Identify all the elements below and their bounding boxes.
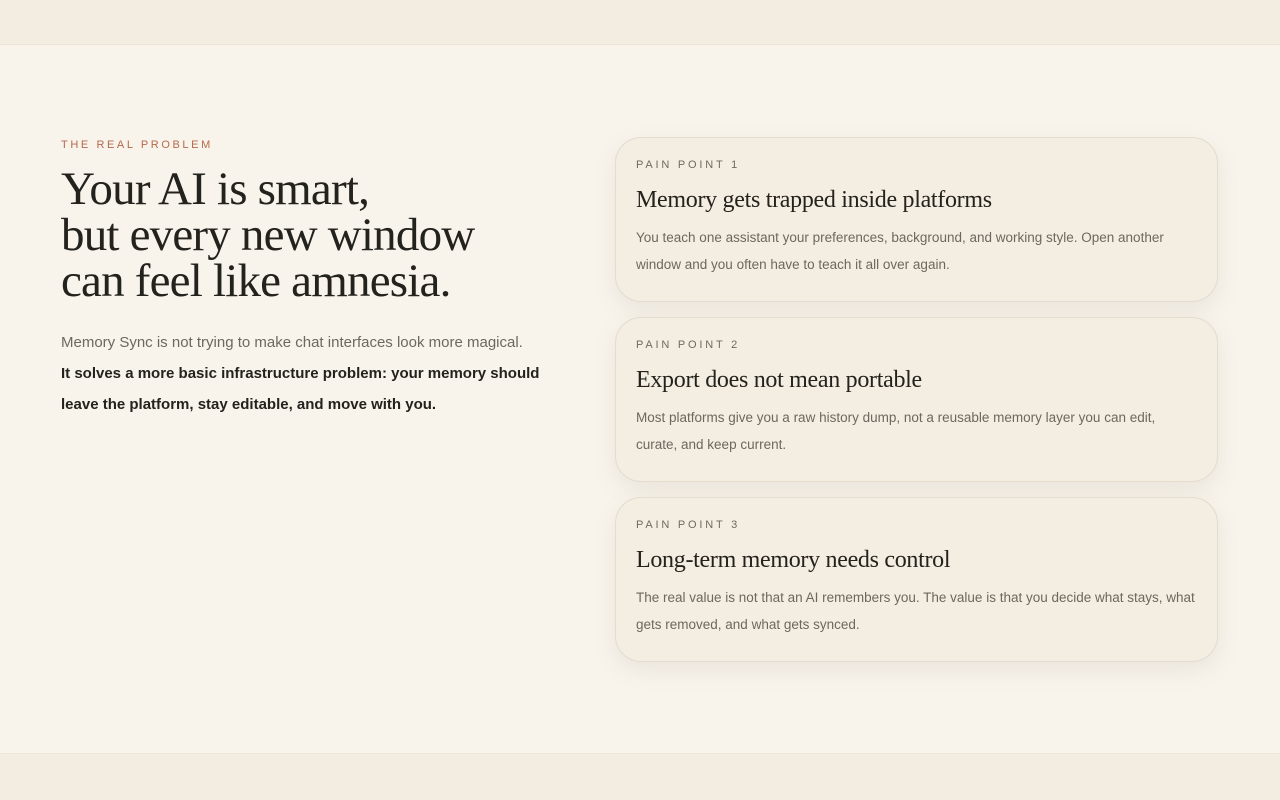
pain-point-title: Memory gets trapped inside platforms [636,187,992,213]
pain-point-card: PAIN POINT 3 Long-term memory needs cont… [615,497,1218,662]
bottom-band [0,753,1280,800]
section-headline: Your AI is smart, but every new window c… [61,163,561,307]
pain-point-label: PAIN POINT 3 [636,519,741,531]
headline-line: Your AI is smart, [61,163,370,215]
pain-point-body: You teach one assistant your preferences… [636,230,1164,272]
pain-point-label: PAIN POINT 1 [636,159,741,171]
pain-point-body: The real value is not that an AI remembe… [636,590,1195,632]
headline-line: can feel like amnesia. [61,255,451,307]
pain-point-body: Most platforms give you a raw history du… [636,410,1156,452]
pain-point-title: Export does not mean portable [636,367,922,393]
pain-point-label: PAIN POINT 2 [636,339,741,351]
section-lede: Memory Sync is not trying to make chat i… [61,334,523,351]
headline-line: but every new window [61,209,475,261]
problem-intro: THE REAL PROBLEM Your AI is smart, but e… [61,138,561,420]
pain-point-title: Long-term memory needs control [636,547,951,573]
section-lede-strong: It solves a more basic infrastructure pr… [61,365,540,413]
top-band [0,0,1280,45]
section-eyebrow: THE REAL PROBLEM [61,139,213,151]
pain-point-list: PAIN POINT 1 Memory gets trapped inside … [615,137,1218,677]
pain-point-card: PAIN POINT 2 Export does not mean portab… [615,317,1218,482]
pain-point-card: PAIN POINT 1 Memory gets trapped inside … [615,137,1218,302]
